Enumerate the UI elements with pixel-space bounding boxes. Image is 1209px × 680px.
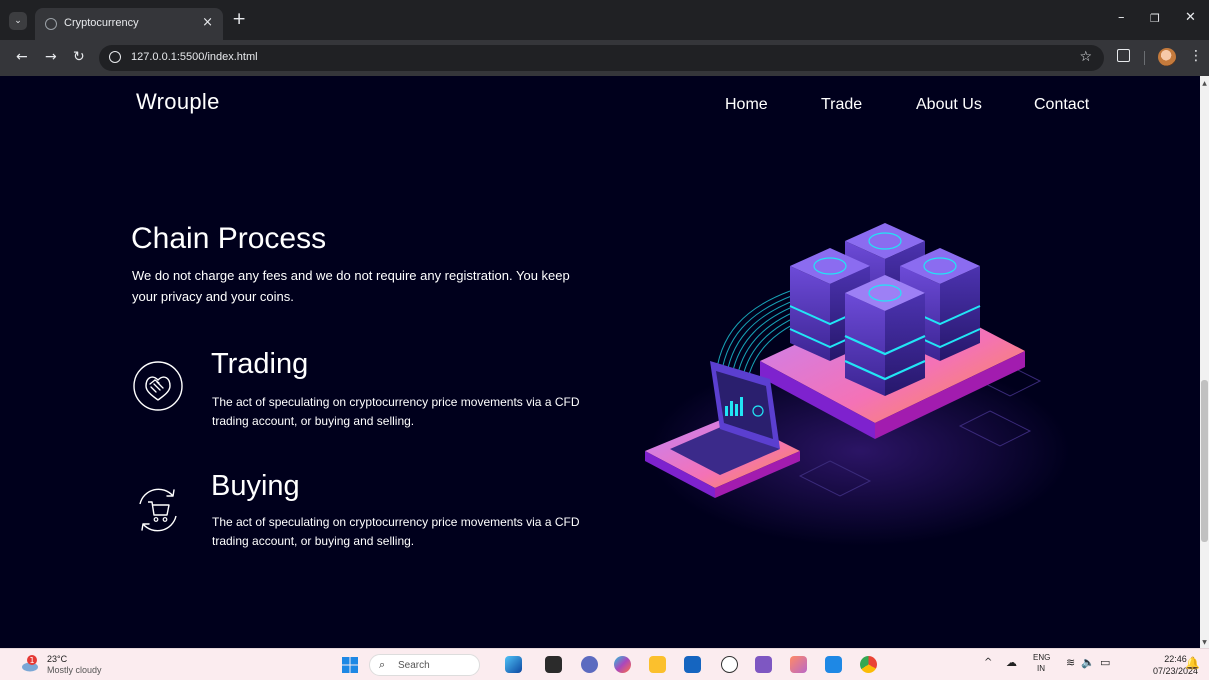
tab-title: Cryptocurrency bbox=[64, 17, 139, 29]
nav-contact[interactable]: Contact bbox=[1034, 96, 1089, 114]
windows-taskbar: 1 23°C Mostly cloudy ⌕ Search ^ ☁ ENG IN… bbox=[0, 648, 1209, 680]
nav-home[interactable]: Home bbox=[725, 96, 768, 114]
taskbar-search-box[interactable]: ⌕ Search bbox=[369, 654, 480, 676]
wifi-icon[interactable]: ≋ bbox=[1066, 656, 1075, 669]
restore-button[interactable]: ❐ bbox=[1150, 12, 1160, 25]
globe-icon bbox=[45, 18, 57, 30]
address-bar[interactable]: 127.0.0.1:5500/index.html ☆ bbox=[99, 45, 1104, 71]
back-arrow-icon[interactable]: ← bbox=[16, 49, 28, 65]
shopping-cart-icon bbox=[139, 488, 177, 532]
forward-arrow-icon[interactable]: → bbox=[45, 49, 57, 65]
task-view-icon[interactable] bbox=[545, 656, 562, 673]
language-region[interactable]: IN bbox=[1037, 664, 1045, 673]
browser-toolbar: ← → ↻ 127.0.0.1:5500/index.html ☆ ⋮ bbox=[0, 40, 1209, 76]
url-text[interactable]: 127.0.0.1:5500/index.html bbox=[131, 51, 258, 63]
kebab-menu-icon[interactable]: ⋮ bbox=[1189, 48, 1203, 64]
server-illustration bbox=[645, 223, 1070, 546]
site-logo[interactable]: Wrouple bbox=[136, 89, 220, 115]
notification-bell-icon[interactable]: 🔔 bbox=[1185, 656, 1200, 670]
taskbar-search-placeholder: Search bbox=[398, 660, 430, 671]
feature-title-trading: Trading bbox=[211, 348, 309, 380]
scrollbar-thumb[interactable] bbox=[1201, 380, 1208, 542]
cloud-tray-icon[interactable]: ☁ bbox=[1006, 656, 1017, 669]
scroll-up-arrow-icon[interactable]: ▲ bbox=[1200, 80, 1209, 87]
feature-description-trading: The act of speculating on cryptocurrency… bbox=[212, 395, 580, 428]
browser-tab-bar: ⌄ Cryptocurrency × + – ❐ ✕ bbox=[0, 0, 1209, 40]
search-icon: ⌕ bbox=[379, 658, 386, 671]
cloudy-weather-icon[interactable]: 1 bbox=[21, 655, 39, 673]
language-indicator[interactable]: ENG bbox=[1033, 653, 1050, 662]
tab-search-button[interactable]: ⌄ bbox=[9, 12, 27, 30]
bookmark-star-icon[interactable]: ☆ bbox=[1079, 49, 1092, 65]
copilot-icon[interactable] bbox=[614, 656, 631, 673]
nav-about-us[interactable]: About Us bbox=[916, 96, 982, 114]
close-window-button[interactable]: ✕ bbox=[1185, 10, 1196, 25]
weather-temperature[interactable]: 23°C bbox=[47, 654, 67, 664]
microsoft-store-icon[interactable] bbox=[684, 656, 701, 673]
handshake-icon bbox=[133, 361, 183, 411]
vscode-icon[interactable] bbox=[825, 656, 842, 673]
meet-chat-icon[interactable] bbox=[581, 656, 598, 673]
dell-icon[interactable] bbox=[721, 656, 738, 673]
bird-app-icon[interactable] bbox=[505, 656, 522, 673]
minimize-button[interactable]: – bbox=[1118, 10, 1125, 25]
extensions-icon[interactable] bbox=[1117, 49, 1130, 62]
weather-alert-badge: 1 bbox=[29, 656, 34, 665]
section-title: Chain Process bbox=[131, 222, 327, 255]
scroll-down-arrow-icon[interactable]: ▼ bbox=[1200, 639, 1209, 646]
nav-trade[interactable]: Trade bbox=[821, 96, 862, 114]
battery-icon[interactable]: ▭ bbox=[1100, 656, 1110, 669]
profile-avatar[interactable] bbox=[1158, 48, 1176, 66]
reload-icon[interactable]: ↻ bbox=[73, 49, 85, 65]
file-explorer-icon[interactable] bbox=[649, 656, 666, 673]
windows-start-icon[interactable] bbox=[342, 657, 358, 673]
chevron-up-icon[interactable]: ^ bbox=[984, 657, 992, 668]
browser-tab[interactable]: Cryptocurrency × bbox=[35, 8, 223, 40]
site-info-icon[interactable] bbox=[109, 51, 121, 63]
weather-description[interactable]: Mostly cloudy bbox=[47, 665, 102, 675]
tab-close-button[interactable]: × bbox=[202, 15, 213, 30]
web-page: Wrouple Home Trade About Us Contact Chai… bbox=[0, 76, 1200, 648]
section-description: We do not charge any fees and we do not … bbox=[132, 268, 570, 304]
new-tab-button[interactable]: + bbox=[232, 9, 246, 29]
chrome-icon[interactable] bbox=[860, 656, 877, 673]
visual-studio-icon[interactable] bbox=[755, 656, 772, 673]
volume-icon[interactable]: 🔈 bbox=[1081, 656, 1095, 669]
page-scrollbar[interactable] bbox=[1200, 76, 1209, 648]
toolbar-divider bbox=[1144, 51, 1145, 65]
app-icon[interactable] bbox=[790, 656, 807, 673]
feature-title-buying: Buying bbox=[211, 470, 300, 502]
feature-description-buying: The act of speculating on cryptocurrency… bbox=[212, 515, 580, 548]
